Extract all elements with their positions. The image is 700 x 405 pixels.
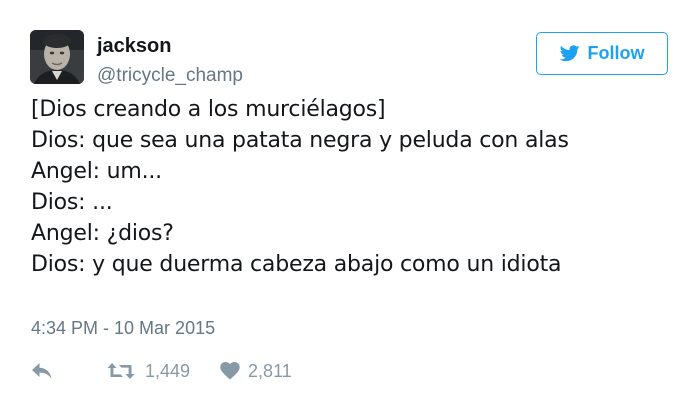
- avatar[interactable]: [30, 30, 84, 84]
- reply-icon: [31, 362, 53, 380]
- tweet-line: Dios: y que duerma cabeza abajo como un …: [31, 252, 562, 277]
- retweet-button[interactable]: 1,449: [107, 361, 190, 382]
- like-count: 2,811: [248, 360, 292, 381]
- tweet-line: Angel: ¿dios?: [31, 221, 174, 246]
- display-name[interactable]: jackson: [97, 35, 171, 58]
- retweet-count: 1,449: [145, 360, 191, 381]
- twitter-bird-icon: [559, 45, 580, 62]
- tweet-line: Dios: que sea una patata negra y peluda …: [31, 128, 569, 153]
- heart-icon: [220, 362, 240, 380]
- tweet-actions: 1,449 2,811: [31, 357, 292, 385]
- follow-button-label: Follow: [587, 43, 645, 63]
- avatar-photo: [30, 30, 84, 84]
- tweet-timestamp[interactable]: 4:34 PM - 10 Mar 2015: [31, 318, 215, 339]
- retweet-icon: [107, 362, 135, 380]
- tweet-text: [Dios creando a los murciélagos] Dios: q…: [31, 94, 681, 280]
- tweet-line: Dios: ...: [31, 190, 113, 215]
- user-handle[interactable]: @tricycle_champ: [97, 65, 243, 87]
- tweet-line: Angel: um...: [31, 159, 162, 184]
- tweet-line: [Dios creando a los murciélagos]: [31, 97, 386, 122]
- tweet-card: jackson @tricycle_champ Follow [Dios cre…: [0, 0, 700, 405]
- follow-button[interactable]: Follow: [536, 32, 668, 75]
- reply-button[interactable]: [31, 362, 55, 380]
- like-button[interactable]: 2,811: [220, 361, 292, 382]
